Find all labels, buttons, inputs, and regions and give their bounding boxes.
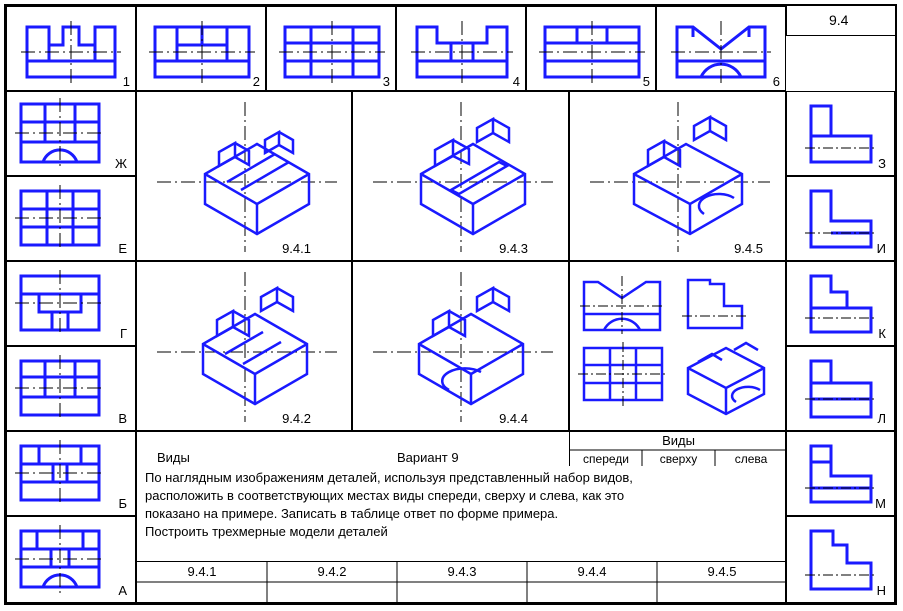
views-mini-caption: Виды (570, 433, 787, 448)
example-cell: 6 Е Н (569, 261, 786, 431)
iso-label-1: 9.4.1 (282, 241, 311, 256)
views-col-top: сверху (642, 452, 715, 466)
answer-row: 9.4.1 9.4.2 9.4.3 9.4.4 9.4.5 (136, 561, 786, 603)
right-view-l: Л (786, 346, 895, 431)
top-view-3-number: 3 (383, 74, 390, 89)
views-col-left: слева (715, 452, 787, 466)
right-view-i: И (786, 176, 895, 261)
iso-label-3: 9.4.3 (499, 241, 528, 256)
left-view-b: Б (6, 431, 136, 516)
iso-cell-3: 9.4.3 (352, 91, 569, 261)
variant-heading: Вариант 9 (397, 450, 459, 465)
left-view-a: А (6, 516, 136, 603)
instr-line-3: показано на примере. Записать в таблице … (145, 506, 558, 521)
answer-head-4: 9.4.4 (527, 564, 657, 579)
iso-label-4: 9.4.4 (499, 411, 528, 426)
views-col-front: спереди (570, 452, 642, 466)
top-view-5: 5 (526, 6, 656, 91)
top-view-1-number: 1 (123, 74, 130, 89)
iso-label-2: 9.4.2 (282, 411, 311, 426)
answer-head-1: 9.4.1 (137, 564, 267, 579)
top-view-2-number: 2 (253, 74, 260, 89)
iso-cell-1: 9.4.1 (136, 91, 352, 261)
top-view-6-number: 6 (773, 74, 780, 89)
right-view-m: М (786, 431, 895, 516)
iso-label-5: 9.4.5 (734, 241, 763, 256)
top-view-3: 3 (266, 6, 396, 91)
answer-head-3: 9.4.3 (397, 564, 527, 579)
top-view-4: 4 (396, 6, 526, 91)
iso-cell-2: 9.4.2 (136, 261, 352, 431)
left-label-g: Г (120, 326, 127, 341)
instruction-text: По наглядным изображениям деталей, испол… (136, 466, 786, 576)
left-label-e: Е (118, 241, 127, 256)
right-view-k: К (786, 261, 895, 346)
iso-cell-5: 9.4.5 (569, 91, 786, 261)
views-heading: Виды (157, 450, 190, 465)
left-view-e: Е (6, 176, 136, 261)
top-view-5-number: 5 (643, 74, 650, 89)
page-frame: 1 2 (4, 4, 897, 605)
left-label-a: А (118, 583, 127, 598)
page-code-box: 9.4 (786, 6, 895, 36)
left-label-v: В (118, 411, 127, 426)
right-view-z: З (786, 91, 895, 176)
top-view-1: 1 (6, 6, 136, 91)
answer-head-5: 9.4.5 (657, 564, 787, 579)
instr-line-4: Построить трехмерные модели деталей (145, 524, 388, 539)
top-view-4-number: 4 (513, 74, 520, 89)
right-label-z: З (878, 156, 886, 171)
left-label-zh: Ж (115, 156, 127, 171)
page-code: 9.4 (829, 12, 848, 28)
top-view-2: 2 (136, 6, 266, 91)
right-label-i: И (877, 241, 886, 256)
left-view-g: Г (6, 261, 136, 346)
left-view-zh: Ж (6, 91, 136, 176)
left-label-b: Б (118, 496, 127, 511)
answer-head-2: 9.4.2 (267, 564, 397, 579)
instr-line-1: По наглядным изображениям деталей, испол… (145, 470, 633, 485)
top-view-6: 6 (656, 6, 786, 91)
iso-cell-4: 9.4.4 (352, 261, 569, 431)
instr-line-2: расположить в соответствующих местах вид… (145, 488, 624, 503)
right-view-n: Н (786, 516, 895, 603)
right-label-n: Н (877, 583, 886, 598)
right-label-l: Л (877, 411, 886, 426)
right-label-k: К (878, 326, 886, 341)
right-label-m: М (875, 496, 886, 511)
left-view-v: В (6, 346, 136, 431)
